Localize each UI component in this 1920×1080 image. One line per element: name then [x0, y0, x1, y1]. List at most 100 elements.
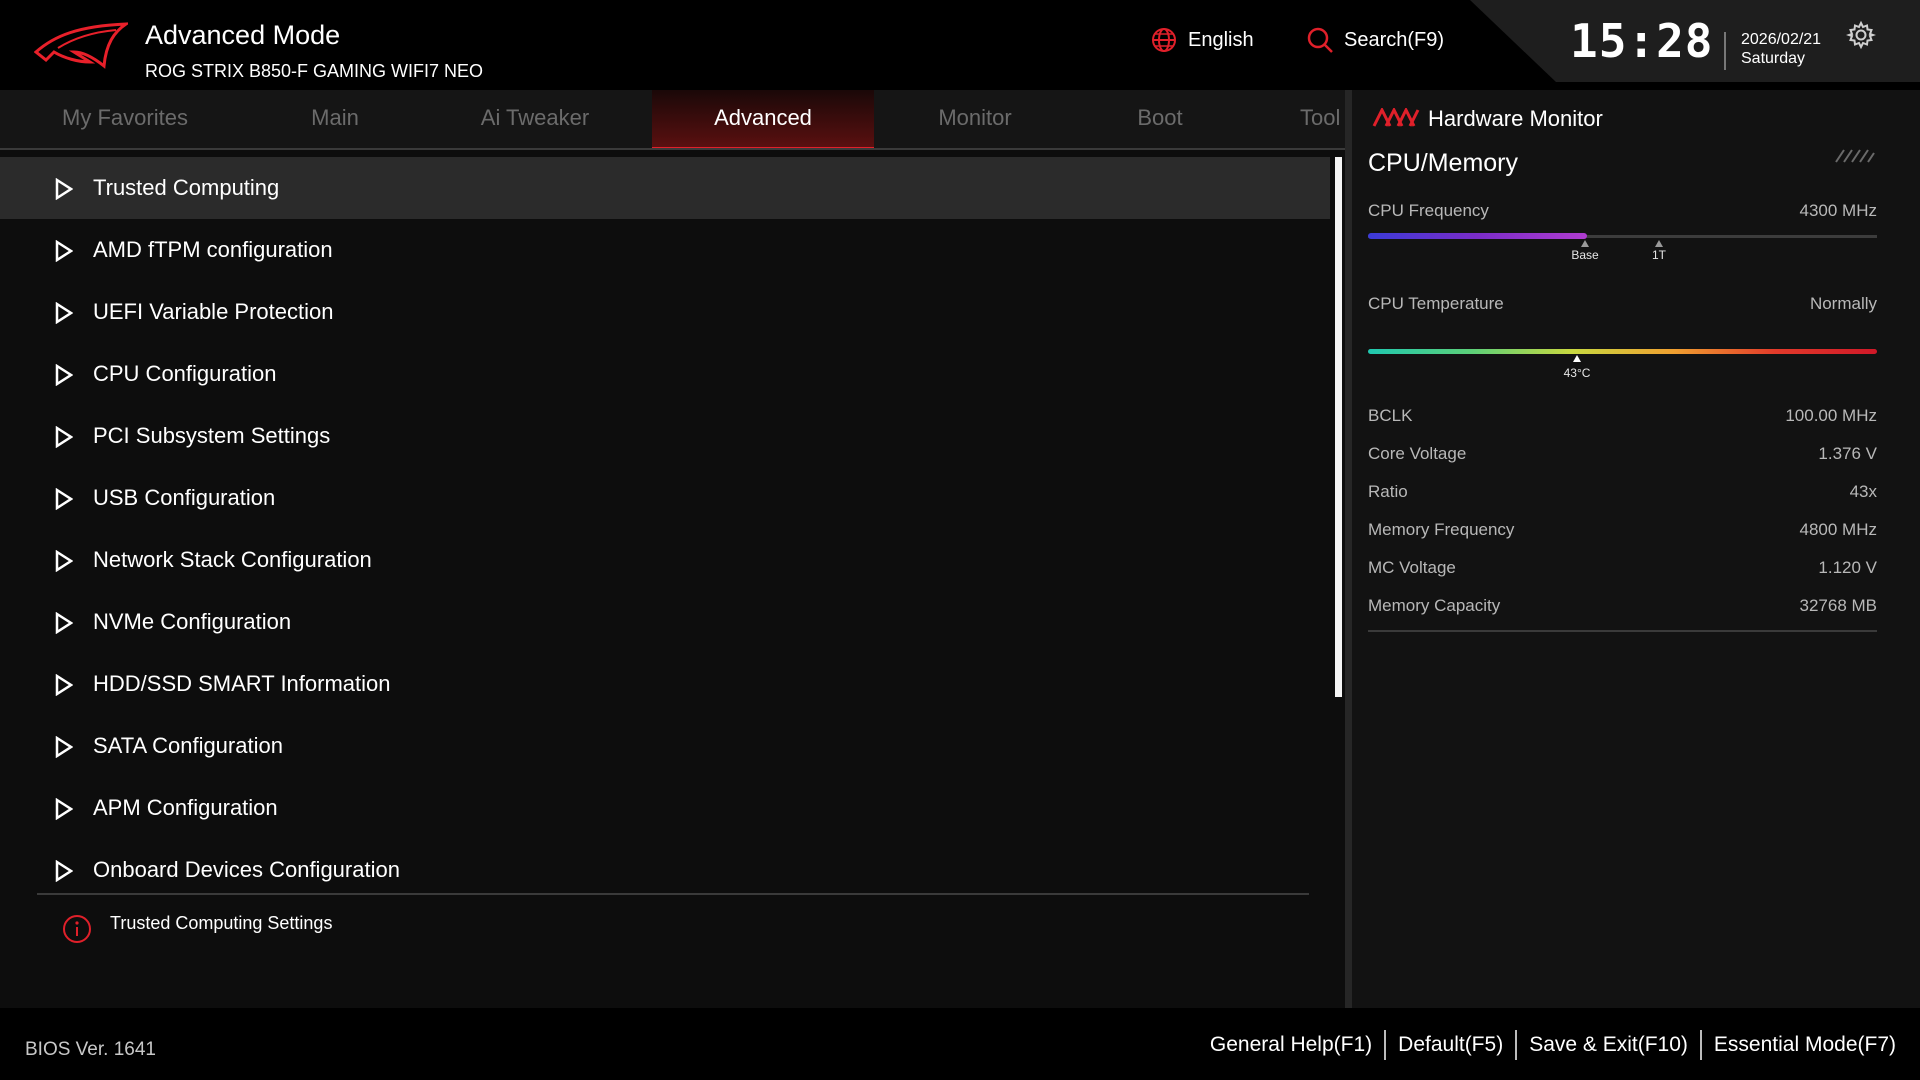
tab-boot[interactable]: Boot: [1080, 90, 1240, 150]
clock-time: 15:28: [1570, 14, 1714, 68]
globe-icon: [1152, 28, 1176, 52]
menu-item-apm-configuration[interactable]: APM Configuration: [0, 777, 1330, 839]
essential-mode-button[interactable]: Essential Mode(F7): [1702, 1033, 1908, 1057]
tab-bar: My Favorites Main Ai Tweaker Advanced Mo…: [0, 90, 1345, 150]
section-stripes-icon: [1835, 149, 1875, 163]
tab-main[interactable]: Main: [240, 90, 430, 150]
menu-item-label: AMD fTPM configuration: [93, 237, 333, 262]
expand-arrow-icon: [55, 674, 73, 696]
help-divider: [37, 893, 1309, 895]
menu-item-hdd-ssd-smart[interactable]: HDD/SSD SMART Information: [0, 653, 1330, 715]
search-button[interactable]: Search(F9): [1306, 26, 1444, 54]
motherboard-model: ROG STRIX B850-F GAMING WIFI7 NEO: [145, 61, 484, 81]
page-title: Advanced Mode: [145, 20, 341, 50]
tab-ai-tweaker[interactable]: Ai Tweaker: [440, 90, 630, 150]
search-icon: [1307, 27, 1333, 53]
hw-section-title: CPU/Memory: [1368, 149, 1519, 177]
date-label: 2026/02/21: [1741, 31, 1822, 48]
menu-item-label: Trusted Computing: [93, 175, 280, 200]
expand-arrow-icon: [55, 488, 73, 510]
stat-value: 32768 MB: [1799, 596, 1878, 615]
expand-arrow-icon: [55, 178, 73, 200]
turbo-marker-icon: [1655, 240, 1663, 247]
menu-item-label: USB Configuration: [93, 485, 276, 510]
stat-value: 43x: [1849, 482, 1877, 501]
hw-divider: [1368, 630, 1877, 632]
stat-value: 1.376 V: [1818, 444, 1877, 463]
menu-item-usb-configuration[interactable]: USB Configuration: [0, 467, 1330, 529]
menu-item-onboard-devices[interactable]: Onboard Devices Configuration: [0, 839, 1330, 901]
menu-item-label: APM Configuration: [93, 795, 278, 820]
turbo-marker-label: 1T: [1651, 248, 1667, 262]
menu-item-amd-ftpm[interactable]: AMD fTPM configuration: [0, 219, 1330, 281]
stat-value: 100.00 MHz: [1785, 406, 1877, 425]
cpu-temperature-row: CPU Temperature Normally: [1368, 294, 1877, 314]
language-selector[interactable]: English: [1150, 26, 1254, 54]
panel-divider: [1345, 90, 1352, 1008]
stat-label: Core Voltage: [1368, 444, 1467, 463]
temperature-marker-icon: [1573, 355, 1581, 362]
stat-row-bclk: BCLK 100.00 MHz: [1368, 406, 1877, 426]
menu-item-label: PCI Subsystem Settings: [93, 423, 331, 448]
stat-value: 4800 MHz: [1799, 520, 1877, 539]
save-exit-button[interactable]: Save & Exit(F10): [1517, 1033, 1700, 1057]
search-label: Search(F9): [1344, 28, 1445, 51]
menu-scrollbar[interactable]: [1335, 157, 1342, 697]
footer-actions: General Help(F1) Default(F5) Save & Exit…: [1198, 1030, 1908, 1060]
general-help-button[interactable]: General Help(F1): [1198, 1033, 1384, 1057]
menu-item-label: NVMe Configuration: [93, 609, 292, 634]
language-label: English: [1188, 28, 1254, 51]
menu-item-pci-subsystem[interactable]: PCI Subsystem Settings: [0, 405, 1330, 467]
expand-arrow-icon: [55, 612, 73, 634]
stat-label: MC Voltage: [1368, 558, 1456, 577]
menu-item-uefi-variable-protection[interactable]: UEFI Variable Protection: [0, 281, 1330, 343]
menu-item-trusted-computing[interactable]: Trusted Computing: [0, 157, 1330, 219]
hardware-monitor-icon: [1372, 108, 1420, 127]
expand-arrow-icon: [55, 302, 73, 324]
default-button[interactable]: Default(F5): [1386, 1033, 1515, 1057]
expand-arrow-icon: [55, 426, 73, 448]
bios-version: BIOS Ver. 1641: [25, 1039, 156, 1060]
base-marker-icon: [1581, 240, 1589, 247]
menu-item-network-stack[interactable]: Network Stack Configuration: [0, 529, 1330, 591]
cpu-frequency-bar: [1368, 233, 1587, 239]
menu-item-label: CPU Configuration: [93, 361, 277, 386]
stat-row-memory-frequency: Memory Frequency 4800 MHz: [1368, 520, 1877, 540]
expand-arrow-icon: [55, 860, 73, 882]
gear-icon[interactable]: [1846, 20, 1876, 50]
stat-value: 1.120 V: [1818, 558, 1877, 577]
tab-tool[interactable]: Tool: [1300, 90, 1345, 150]
expand-arrow-icon: [55, 240, 73, 262]
stat-row-ratio: Ratio 43x: [1368, 482, 1877, 502]
tab-advanced[interactable]: Advanced: [652, 90, 874, 150]
cpu-temperature-status: Normally: [1809, 294, 1877, 313]
cpu-frequency-row: CPU Frequency 4300 MHz: [1368, 201, 1877, 221]
advanced-menu-list: Trusted Computing AMD fTPM configuration…: [0, 157, 1330, 901]
menu-item-label: HDD/SSD SMART Information: [93, 671, 391, 696]
cpu-temperature-gradient-bar: [1368, 349, 1877, 354]
menu-item-sata-configuration[interactable]: SATA Configuration: [0, 715, 1330, 777]
stat-label: Memory Frequency: [1368, 520, 1515, 539]
expand-arrow-icon: [55, 550, 73, 572]
tab-my-favorites[interactable]: My Favorites: [20, 90, 230, 150]
menu-item-nvme-configuration[interactable]: NVMe Configuration: [0, 591, 1330, 653]
expand-arrow-icon: [55, 736, 73, 758]
clock-date: 2026/02/21 Saturday: [1741, 30, 1821, 68]
stat-label: Ratio: [1368, 482, 1408, 501]
stat-row-memory-capacity: Memory Capacity 32768 MB: [1368, 596, 1877, 616]
menu-item-label: Onboard Devices Configuration: [93, 857, 400, 882]
cpu-temperature-label: CPU Temperature: [1368, 294, 1504, 313]
clock-divider: [1724, 32, 1726, 70]
help-description: Trusted Computing Settings: [110, 913, 333, 933]
stat-row-mc-voltage: MC Voltage 1.120 V: [1368, 558, 1877, 578]
expand-arrow-icon: [55, 364, 73, 386]
tab-monitor[interactable]: Monitor: [880, 90, 1070, 150]
temperature-reading: 43°C: [1563, 366, 1591, 380]
stat-label: Memory Capacity: [1368, 596, 1501, 615]
base-marker-label: Base: [1571, 248, 1599, 262]
stat-label: BCLK: [1368, 406, 1413, 425]
day-label: Saturday: [1741, 50, 1806, 67]
expand-arrow-icon: [55, 798, 73, 820]
menu-item-cpu-configuration[interactable]: CPU Configuration: [0, 343, 1330, 405]
tab-underline: [0, 148, 1345, 150]
